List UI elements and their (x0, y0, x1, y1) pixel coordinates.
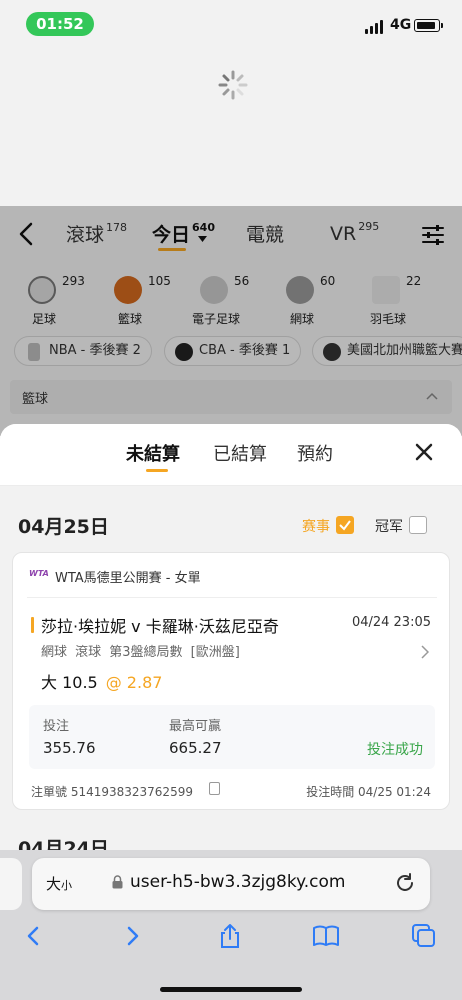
filter-champion-label: 冠军 (375, 519, 403, 535)
max-win-value: 665.27 (169, 739, 222, 757)
sheet-header: 未結算 已結算 預約 (0, 424, 462, 486)
network-label: 4G (390, 17, 412, 33)
stake-value: 355.76 (43, 739, 96, 757)
tab-unsettled[interactable]: 未結算 (126, 440, 180, 466)
filter-event-checkbox[interactable] (336, 516, 354, 534)
match-accent-bar (31, 617, 34, 633)
bet-pick: 大 10.5 @ 2.87 (41, 673, 163, 692)
url-text: user-h5-bw3.3zjg8ky.com (130, 872, 346, 892)
home-indicator (160, 987, 302, 992)
reader-size-button[interactable]: 大小 (46, 873, 72, 894)
bet-odds: @ 2.87 (105, 673, 163, 692)
chevron-right-icon[interactable] (421, 645, 429, 659)
divider (27, 597, 437, 598)
league-name: WTA WTA馬德里公開賽 - 女單 (29, 569, 201, 586)
stake-summary: 投注 355.76 最高可贏 665.27 投注成功 (29, 705, 435, 769)
status-bar: 01:52 4G (0, 0, 462, 48)
browser-toolbar: 大小 user-h5-bw3.3zjg8ky.com (0, 850, 462, 1000)
forward-icon[interactable] (118, 922, 146, 950)
wta-logo-icon: WTA (29, 569, 49, 578)
loading-spinner-icon (218, 70, 248, 100)
battery-icon (414, 19, 443, 32)
previous-tab-preview[interactable] (0, 858, 22, 910)
match-time: 04/24 23:05 (351, 615, 431, 630)
bet-time: 投注時間 04/25 01:24 (306, 785, 431, 799)
reload-icon[interactable] (394, 872, 416, 894)
share-icon[interactable] (216, 922, 244, 950)
signal-icon (365, 20, 385, 34)
active-tab-underline (146, 469, 168, 472)
ticket-number: 注單號 5141938323762599 (31, 785, 193, 799)
tab-settled[interactable]: 已結算 (213, 440, 267, 466)
filter-event-label: 赛事 (302, 519, 330, 535)
bookmarks-icon[interactable] (312, 922, 340, 950)
status-time: 01:52 (26, 12, 94, 36)
match-meta: 網球 滾球 第3盤總局數 [歐洲盤] (41, 645, 240, 660)
tab-reserved[interactable]: 預約 (297, 440, 333, 466)
dim-overlay[interactable] (0, 206, 462, 436)
address-bar[interactable]: 大小 user-h5-bw3.3zjg8ky.com (32, 858, 430, 910)
match-title: 莎拉·埃拉妮 v 卡羅琳·沃茲尼亞奇 (41, 617, 279, 636)
status-badge: 投注成功 (367, 742, 423, 758)
stake-label: 投注 (43, 719, 70, 734)
copy-icon[interactable] (209, 782, 220, 795)
filter-champion-checkbox[interactable] (409, 516, 427, 534)
check-icon (339, 520, 351, 531)
bet-card: WTA WTA馬德里公開賽 - 女單 莎拉·埃拉妮 v 卡羅琳·沃茲尼亞奇 04… (12, 552, 450, 810)
close-icon[interactable] (414, 442, 434, 462)
back-icon[interactable] (20, 922, 48, 950)
lock-icon (112, 875, 123, 889)
date-heading: 04月25日 (18, 516, 109, 538)
tabs-icon[interactable] (410, 922, 438, 950)
bet-history-sheet: 未結算 已結算 預約 04月25日 赛事 冠军 WTA WTA馬德里公開賽 - … (0, 424, 462, 864)
max-win-label: 最高可贏 (169, 719, 222, 734)
